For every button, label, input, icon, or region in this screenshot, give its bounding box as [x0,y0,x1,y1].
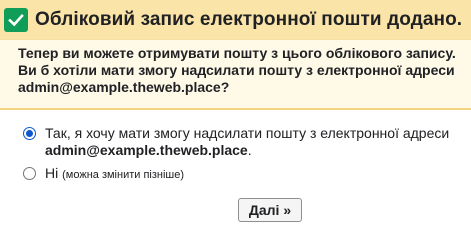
dialog-title: Обліковий запис електронної пошти додано… [35,8,463,30]
send-options: Так, я хочу мати змогу надсилати пошту з… [0,110,471,230]
intro-line-3: admin@example.theweb.place? [18,79,230,95]
option-yes-email: admin@example.theweb.place [45,142,248,158]
option-yes-label: Так, я хочу мати змогу надсилати пошту з… [45,125,450,141]
intro-line-1: Тепер ви можете отримувати пошту з цього… [18,45,456,61]
intro-line-2: Ви б хотіли мати змогу надсилати пошту з… [18,62,455,78]
option-no-text: Ні (можна змінити пізніше) [45,165,184,184]
intro-text: Тепер ви можете отримувати пошту з цього… [0,39,471,109]
option-yes-period: . [247,142,252,158]
add-mail-account-dialog: Обліковий запис електронної пошти додано… [0,0,471,230]
option-yes[interactable]: Так, я хочу мати змогу надсилати пошту з… [23,125,449,159]
check-icon [4,7,28,32]
option-no-label: Ні [45,165,59,181]
radio-yes[interactable] [23,127,36,140]
option-yes-text: Так, я хочу мати змогу надсилати пошту з… [45,125,449,159]
option-no[interactable]: Ні (можна змінити пізніше) [23,165,184,184]
option-no-note: (можна змінити пізніше) [62,169,185,181]
dialog-header: Обліковий запис електронної пошти додано… [0,0,471,39]
next-button[interactable]: Далі » [238,198,302,222]
radio-no[interactable] [23,167,36,180]
